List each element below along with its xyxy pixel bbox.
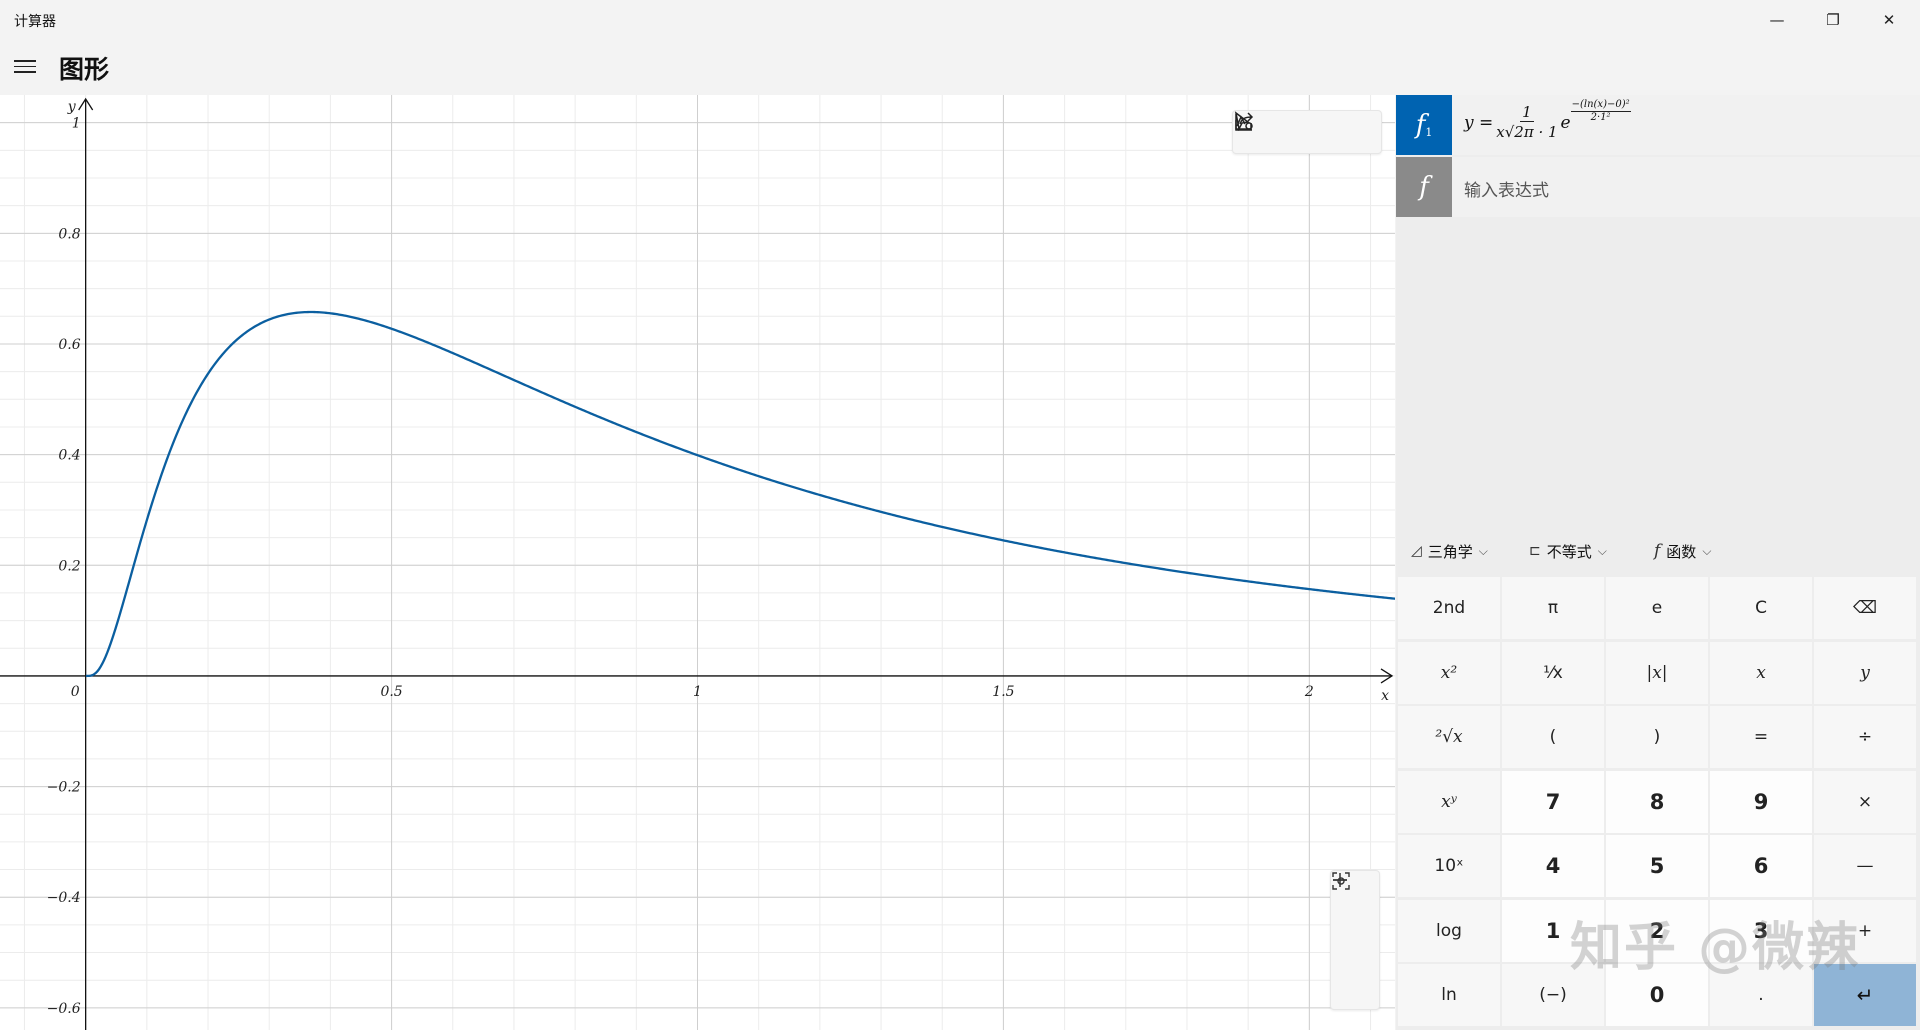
menu-icon[interactable] xyxy=(14,56,36,78)
function-curve xyxy=(85,310,1395,678)
key-row2-4[interactable]: y xyxy=(1814,641,1916,704)
y-tick-label: 0.8 xyxy=(58,226,80,242)
key-row3-0[interactable]: ²√x xyxy=(1398,706,1500,768)
app-title: 计算器 xyxy=(14,14,56,30)
chevron-down-icon: ⌵ xyxy=(1702,543,1712,558)
x-axis-label: x xyxy=(1381,688,1389,704)
key-row3-1[interactable]: ( xyxy=(1502,706,1604,768)
key-row1-0[interactable]: 2nd xyxy=(1398,577,1500,639)
x-tick-label: 2 xyxy=(1304,684,1314,700)
key-row3-4[interactable]: ÷ xyxy=(1814,706,1916,768)
key-row1-3[interactable]: C xyxy=(1710,577,1812,639)
tab-functions[interactable]: f 函数 ⌵ xyxy=(1654,536,1711,566)
x-tick-label: 0.5 xyxy=(380,684,402,700)
title-bar: 计算器 — ❐ ✕ xyxy=(0,0,1920,40)
y-tick-label: 1 xyxy=(72,116,81,132)
x-tick-label: 0 xyxy=(71,684,80,700)
key-row4-1[interactable]: 7 xyxy=(1502,770,1604,833)
key-row2-1[interactable]: ¹⁄x xyxy=(1502,641,1604,704)
chevron-down-icon: ⌵ xyxy=(1597,543,1607,558)
key-row2-2[interactable]: |x| xyxy=(1606,641,1708,704)
x-tick-label: 1.5 xyxy=(992,684,1014,700)
function-row-1[interactable]: f1 y = 1 x√2π · 1 e −(ln(x)−0)² 2·1² xyxy=(1396,95,1920,155)
function-expression-1[interactable]: y = 1 x√2π · 1 e −(ln(x)−0)² 2·1² xyxy=(1464,99,1631,142)
function-badge-2[interactable]: f xyxy=(1396,157,1452,217)
zoom-out-button[interactable] xyxy=(1331,879,1379,963)
key-row4-4[interactable]: × xyxy=(1814,770,1916,833)
right-panel: f1 y = 1 x√2π · 1 e −(ln(x)−0)² 2·1² f 输入表… xyxy=(1396,95,1920,1030)
key-row5-2[interactable]: 5 xyxy=(1606,835,1708,897)
key-row1-4[interactable]: ⌫ xyxy=(1814,577,1916,639)
key-row2-3[interactable]: x xyxy=(1710,641,1812,704)
key-row3-3[interactable]: = xyxy=(1710,706,1812,768)
y-tick-label: 0.4 xyxy=(58,448,80,464)
fit-icon xyxy=(1332,872,1350,890)
tab-trigonometry[interactable]: ◿ 三角学 ⌵ xyxy=(1411,536,1488,566)
y-tick-label: −0.4 xyxy=(47,890,81,906)
function-icon: f xyxy=(1654,541,1661,561)
triangle-icon: ◿ xyxy=(1411,543,1422,559)
graph-settings-icon[interactable] xyxy=(1235,111,1381,153)
key-row5-3[interactable]: 6 xyxy=(1710,835,1812,897)
function-row-2[interactable]: f 输入表达式 xyxy=(1396,157,1920,217)
key-row4-0[interactable]: xʸ xyxy=(1398,770,1500,833)
key-row1-1[interactable]: π xyxy=(1502,577,1604,639)
x-tick-label: 1 xyxy=(693,684,702,700)
key-row4-2[interactable]: 8 xyxy=(1606,770,1708,833)
share-icon[interactable] xyxy=(1235,111,1331,153)
y-tick-label: 0.2 xyxy=(58,558,80,574)
graph-canvas[interactable]: 0 0.5 1 1.5 2 1 0.8 0.6 0.4 0.2 −0.2 −0.4 −0.6 x y xyxy=(0,95,1395,1030)
key-row5-4[interactable]: — xyxy=(1814,835,1916,897)
key-row6-0[interactable]: log xyxy=(1398,899,1500,962)
zoom-controls xyxy=(1330,870,1380,1010)
app-header: 图形 xyxy=(0,40,1920,95)
keypad-tabs: ◿ 三角学 ⌵ ⊏ 不等式 ⌵ f 函数 ⌵ xyxy=(1396,536,1920,566)
close-button[interactable]: ✕ xyxy=(1862,0,1916,40)
expression-input[interactable]: 输入表达式 xyxy=(1464,176,1549,201)
restore-button[interactable]: ❐ xyxy=(1806,0,1860,40)
graph-toolbar xyxy=(1232,110,1382,154)
key-row4-3[interactable]: 9 xyxy=(1710,770,1812,833)
inequality-icon: ⊏ xyxy=(1529,543,1541,559)
y-tick-label: −0.2 xyxy=(47,780,81,796)
key-row1-2[interactable]: e xyxy=(1606,577,1708,639)
fit-view-button[interactable] xyxy=(1331,872,1379,1009)
page-title: 图形 xyxy=(59,55,110,84)
key-row7-0[interactable]: ln xyxy=(1398,964,1500,1026)
function-badge-1[interactable]: f1 xyxy=(1396,95,1452,155)
y-tick-label: −0.6 xyxy=(47,1001,81,1017)
key-row2-0[interactable]: x² xyxy=(1398,641,1500,704)
graph-plot[interactable]: 0 0.5 1 1.5 2 1 0.8 0.6 0.4 0.2 −0.2 −0.4 −0.6 x y xyxy=(0,95,1395,1030)
tab-inequality[interactable]: ⊏ 不等式 ⌵ xyxy=(1529,536,1607,566)
key-row5-0[interactable]: 10ˣ xyxy=(1398,835,1500,897)
y-tick-label: 0.6 xyxy=(58,337,80,353)
chevron-down-icon: ⌵ xyxy=(1478,543,1488,558)
watermark: 知乎 @微辣 xyxy=(1570,918,1861,978)
key-row3-2[interactable]: ) xyxy=(1606,706,1708,768)
y-axis-label: y xyxy=(67,99,77,115)
key-row5-1[interactable]: 4 xyxy=(1502,835,1604,897)
minimize-button[interactable]: — xyxy=(1750,0,1804,40)
